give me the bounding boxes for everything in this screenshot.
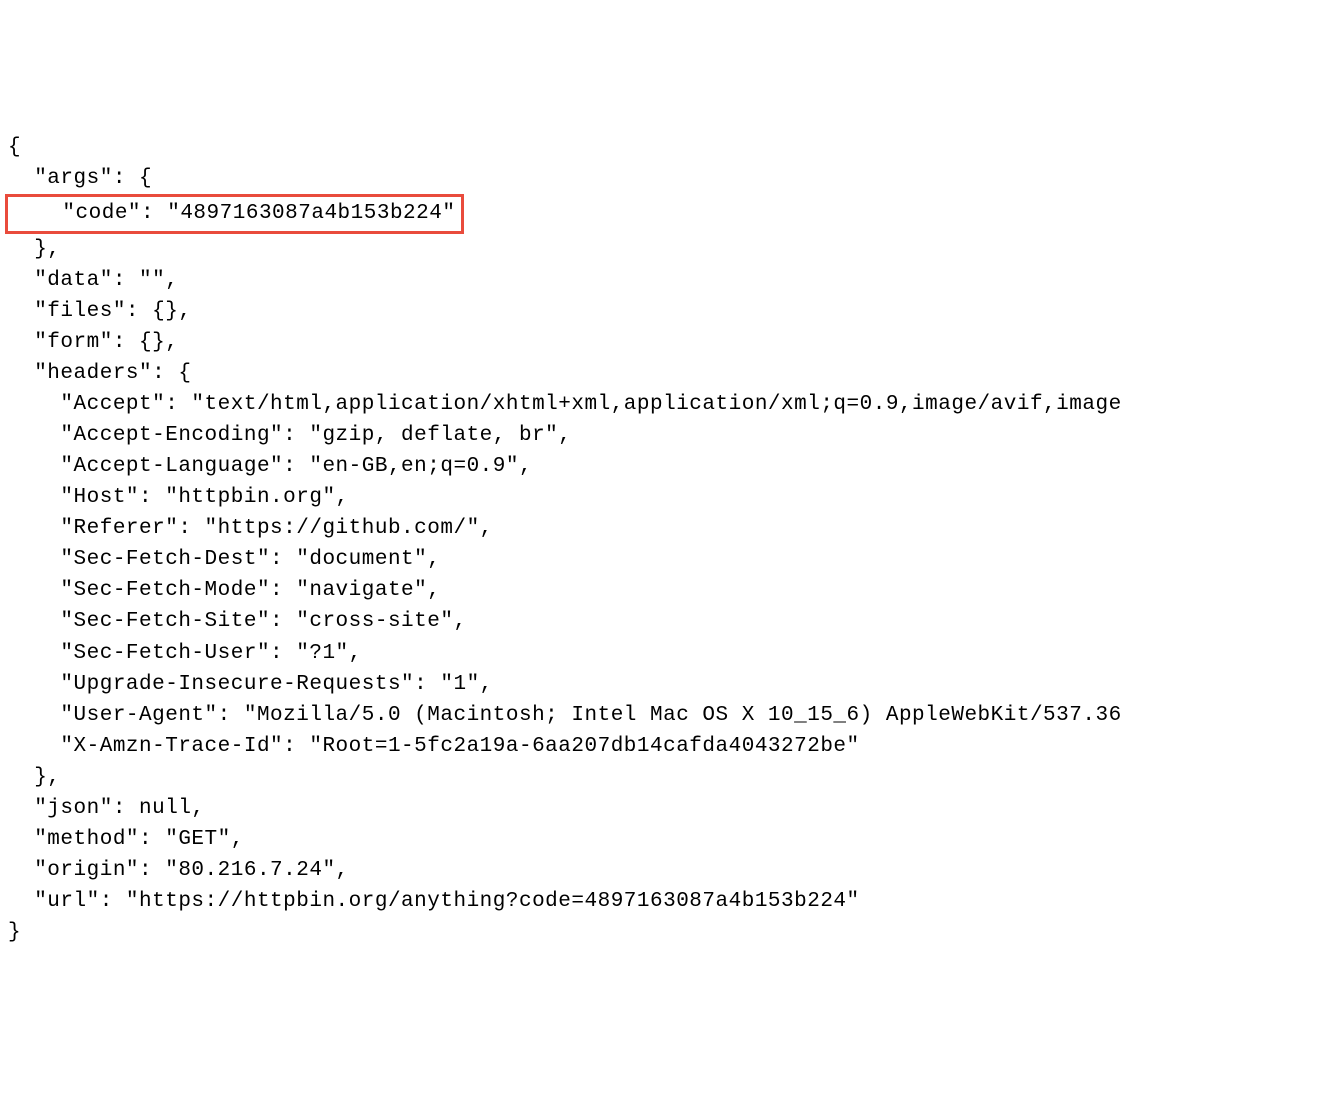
json-line-data: "data": "", xyxy=(8,269,178,292)
json-line: { xyxy=(8,136,21,159)
json-line-accept-language: "Accept-Language": "en-GB,en;q=0.9", xyxy=(8,455,532,478)
json-line-user-agent: "User-Agent": "Mozilla/5.0 (Macintosh; I… xyxy=(8,704,1122,727)
json-line-referer: "Referer": "https://github.com/", xyxy=(8,517,493,540)
json-line-origin: "origin": "80.216.7.24", xyxy=(8,859,349,882)
json-line-json: "json": null, xyxy=(8,797,205,820)
json-line-sec-fetch-dest: "Sec-Fetch-Dest": "document", xyxy=(8,548,440,571)
json-line-accept: "Accept": "text/html,application/xhtml+x… xyxy=(8,393,1122,416)
json-line-headers-open: "headers": { xyxy=(8,362,191,385)
json-line-files: "files": {}, xyxy=(8,300,191,323)
json-line-args-open: "args": { xyxy=(8,167,152,190)
json-line-accept-encoding: "Accept-Encoding": "gzip, deflate, br", xyxy=(8,424,571,447)
json-line-url: "url": "https://httpbin.org/anything?cod… xyxy=(8,890,860,913)
json-line-form: "form": {}, xyxy=(8,331,178,354)
json-line-host: "Host": "httpbin.org", xyxy=(8,486,349,509)
json-line-trace-id: "X-Amzn-Trace-Id": "Root=1-5fc2a19a-6aa2… xyxy=(8,735,860,758)
json-line-code: "code": "4897163087a4b153b224" xyxy=(10,202,455,225)
json-line-sec-fetch-mode: "Sec-Fetch-Mode": "navigate", xyxy=(8,579,440,602)
json-line-upgrade-insecure: "Upgrade-Insecure-Requests": "1", xyxy=(8,673,493,696)
json-line-headers-close: }, xyxy=(8,766,60,789)
json-line-method: "method": "GET", xyxy=(8,828,244,851)
json-line-args-close: }, xyxy=(8,238,60,261)
json-response-block: { "args": { "code": "4897163087a4b153b22… xyxy=(8,132,1322,948)
json-line-sec-fetch-user: "Sec-Fetch-User": "?1", xyxy=(8,642,362,665)
json-line-close: } xyxy=(8,921,21,944)
json-line-sec-fetch-site: "Sec-Fetch-Site": "cross-site", xyxy=(8,610,467,633)
highlighted-code-line: "code": "4897163087a4b153b224" xyxy=(5,194,464,233)
